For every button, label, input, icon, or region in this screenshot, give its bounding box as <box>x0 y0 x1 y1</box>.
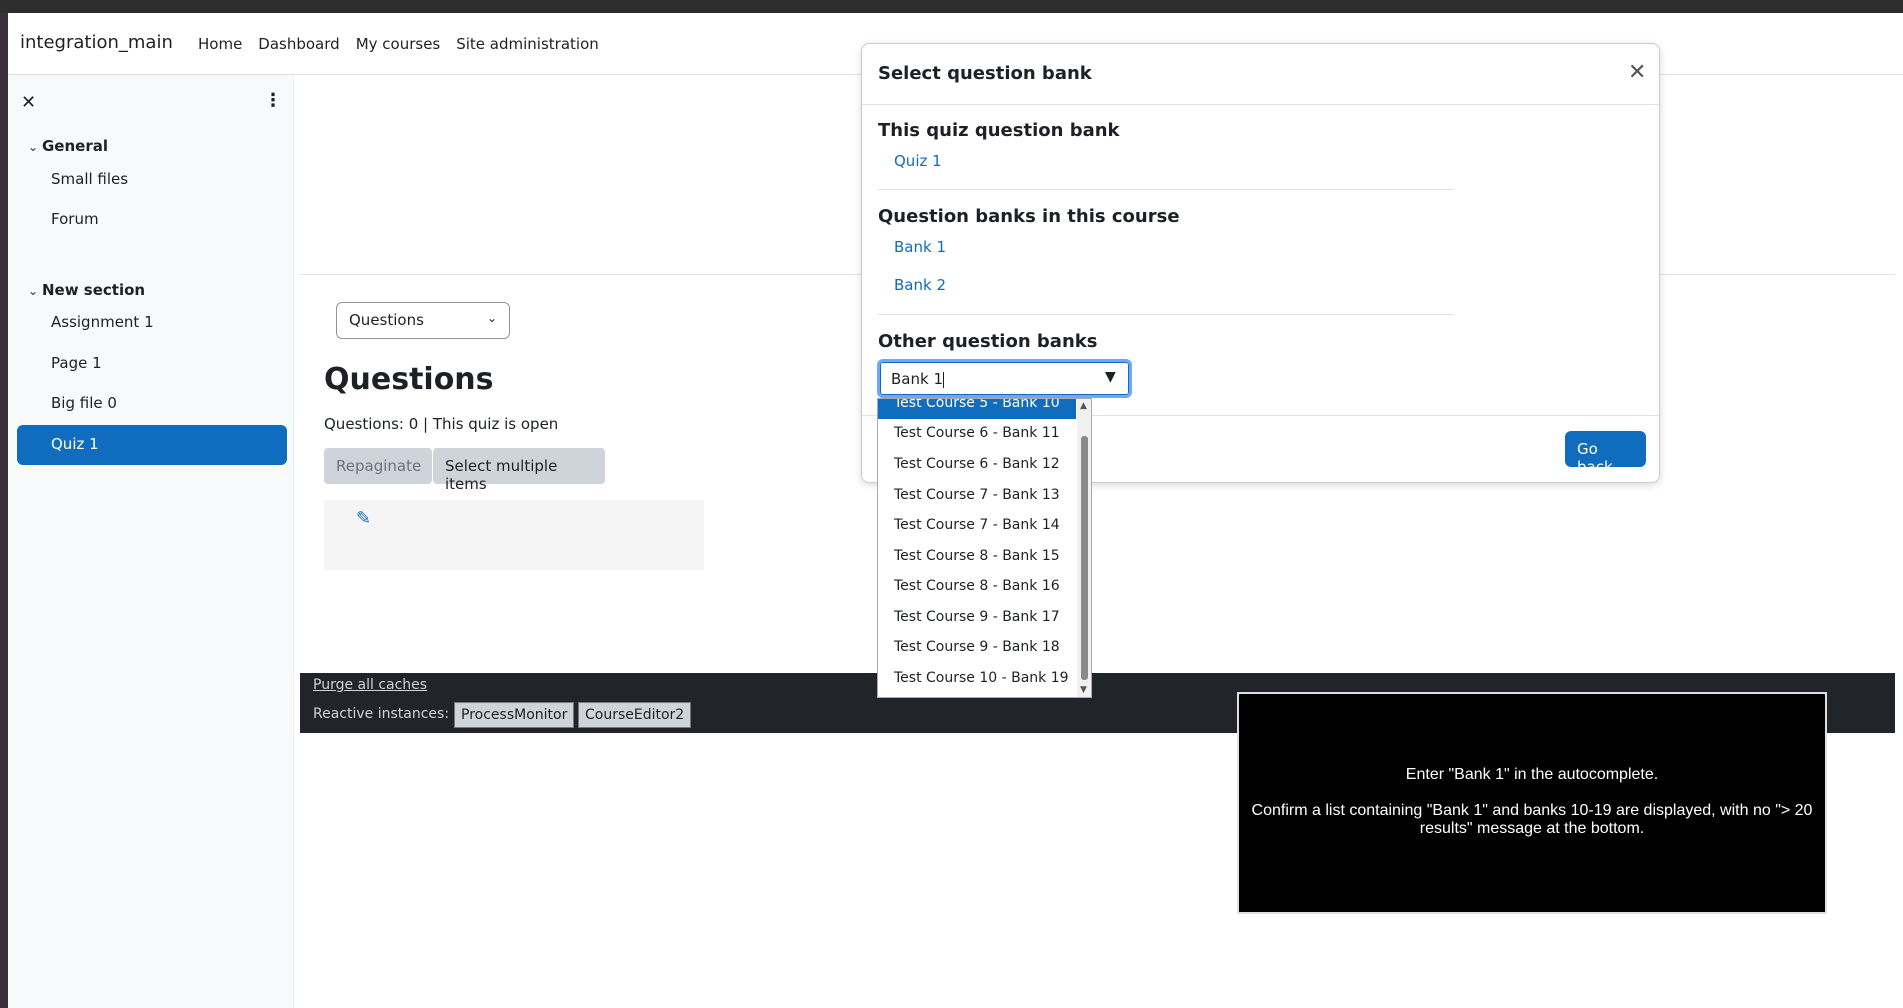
repaginate-button[interactable]: Repaginate <box>324 448 432 484</box>
dropdown-arrow-icon[interactable]: ▼ <box>1105 369 1116 385</box>
scrollbar-thumb[interactable] <box>1081 436 1088 680</box>
scroll-up-icon[interactable]: ▲ <box>1080 401 1087 411</box>
autocomplete-suggestions: Test Course 5 - Bank 10 Test Course 6 - … <box>877 398 1092 698</box>
this-quiz-bank-heading: This quiz question bank <box>878 120 1120 141</box>
instruction-line-2: Confirm a list containing "Bank 1" and b… <box>1251 802 1813 837</box>
autocomplete-input[interactable]: Bank 1 ▼ <box>877 359 1132 398</box>
section-title: New section <box>42 281 146 299</box>
autocomplete-value: Bank 1 <box>891 370 943 388</box>
modal-title: Select question bank <box>878 63 1092 84</box>
quiz-status-text: Questions: 0 | This quiz is open <box>324 415 559 433</box>
primary-nav: Home Dashboard My courses Site administr… <box>198 35 599 53</box>
site-brand[interactable]: integration_main <box>20 32 173 53</box>
divider <box>878 189 1454 190</box>
text-cursor <box>943 371 944 388</box>
chevron-down-icon: ⌄ <box>28 140 39 154</box>
bank-link-bank-1[interactable]: Bank 1 <box>894 238 946 256</box>
suggestion-option[interactable]: Test Course 10 - Bank 19 <box>878 664 1076 694</box>
drawer-item-quiz-1[interactable]: Quiz 1 <box>17 425 287 465</box>
bank-link-bank-2[interactable]: Bank 2 <box>894 276 946 294</box>
suggestion-option[interactable]: Test Course 8 - Bank 16 <box>878 572 1076 602</box>
dropdown-scrollbar[interactable]: ▲ ▼ <box>1077 399 1091 697</box>
suggestion-option[interactable]: Test Course 6 - Bank 12 <box>878 450 1076 480</box>
reactive-instances-label: Reactive instances: <box>313 706 450 722</box>
close-icon[interactable]: ✕ <box>1628 60 1646 85</box>
other-banks-heading: Other question banks <box>878 331 1098 352</box>
suggestion-option[interactable]: Test Course 6 - Bank 11 <box>878 419 1076 449</box>
drawer-item-small-files[interactable]: Small files <box>17 160 287 200</box>
select-value: Questions <box>349 311 424 329</box>
modal-header: Select question bank ✕ <box>862 44 1659 105</box>
nav-home[interactable]: Home <box>198 35 242 53</box>
autocomplete-value-wrap: Bank 1 <box>891 370 944 388</box>
select-multiple-button[interactable]: Select multiple items <box>433 448 605 493</box>
chevron-down-icon: ⌄ <box>486 311 497 325</box>
quiz-navigation-select[interactable]: Questions ⌄ <box>336 302 510 339</box>
browser-top-bar <box>0 0 1903 13</box>
quiz-edit-area <box>324 500 704 570</box>
drawer-item-assignment-1[interactable]: Assignment 1 <box>17 303 287 343</box>
window-edge <box>0 0 8 1008</box>
drawer-item-forum[interactable]: Forum <box>17 200 287 240</box>
suggestion-option[interactable]: Test Course 7 - Bank 13 <box>878 481 1076 511</box>
divider <box>878 314 1454 315</box>
chevron-down-icon: ⌄ <box>28 284 39 298</box>
course-index-drawer: ✕ ⋮ ⌄ General Small files Forum ⌄ New sect… <box>8 75 294 1008</box>
section-title: General <box>42 137 108 155</box>
suggestion-option[interactable]: Test Course 5 - Bank 10 <box>878 399 1076 419</box>
drawer-item-big-file-0[interactable]: Big file 0 <box>17 384 287 424</box>
bank-link-quiz-1[interactable]: Quiz 1 <box>894 152 942 170</box>
instruction-line-1: Enter "Bank 1" in the autocomplete. <box>1405 766 1659 783</box>
close-drawer-icon[interactable]: ✕ <box>21 92 36 113</box>
kebab-menu-icon[interactable]: ⋮ <box>264 90 282 111</box>
purge-caches-link[interactable]: Purge all caches <box>313 677 427 693</box>
test-instructions-panel: Enter "Bank 1" in the autocomplete. Conf… <box>1237 692 1827 914</box>
drawer-item-label: Big file 0 <box>51 394 117 412</box>
suggestion-option[interactable]: Test Course 7 - Bank 14 <box>878 511 1076 541</box>
suggestion-option[interactable]: Test Course 9 - Bank 17 <box>878 603 1076 633</box>
drawer-item-label: Small files <box>51 170 129 188</box>
process-monitor-button[interactable]: ProcessMonitor <box>454 702 575 728</box>
go-back-button[interactable]: Go back <box>1565 431 1646 476</box>
drawer-item-label: Assignment 1 <box>51 313 154 331</box>
section-general[interactable]: ⌄ General <box>28 137 108 155</box>
page-title: Questions <box>324 362 494 397</box>
drawer-item-label: Quiz 1 <box>51 435 99 453</box>
drawer-item-page-1[interactable]: Page 1 <box>17 344 287 384</box>
drawer-item-label: Page 1 <box>51 354 102 372</box>
scroll-down-icon[interactable]: ▼ <box>1080 685 1087 695</box>
nav-dashboard[interactable]: Dashboard <box>258 35 339 53</box>
course-editor-button[interactable]: CourseEditor2 <box>578 702 692 728</box>
drawer-item-label: Forum <box>51 210 99 228</box>
suggestion-option[interactable]: Test Course 9 - Bank 18 <box>878 633 1076 663</box>
pencil-icon[interactable]: ✎ <box>356 508 371 529</box>
section-new-section[interactable]: ⌄ New section <box>28 281 145 299</box>
nav-my-courses[interactable]: My courses <box>356 35 441 53</box>
nav-site-administration[interactable]: Site administration <box>456 35 599 53</box>
course-banks-heading: Question banks in this course <box>878 206 1180 227</box>
suggestion-option[interactable]: Test Course 8 - Bank 15 <box>878 542 1076 572</box>
